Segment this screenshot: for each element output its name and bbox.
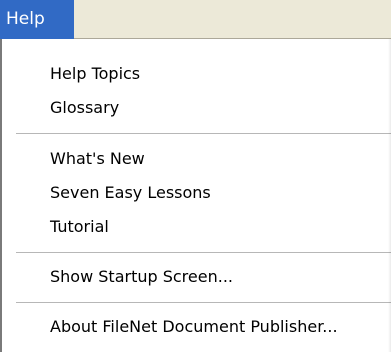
help-menu-title[interactable]: Help [0,0,74,39]
menu-separator [16,252,391,253]
menu-item-glossary[interactable]: Glossary [50,98,119,118]
menu-item-help-topics[interactable]: Help Topics [50,64,140,84]
menu-item-seven-easy-lessons[interactable]: Seven Easy Lessons [50,183,211,203]
menu-item-tutorial[interactable]: Tutorial [50,217,109,237]
menu-separator [16,133,391,134]
menu-separator [16,302,391,303]
help-menu-dropdown: Help Topics Glossary What's New Seven Ea… [0,39,391,352]
menu-item-about[interactable]: About FileNet Document Publisher... [50,317,338,337]
menubar: Help [0,0,391,39]
help-menu-window: Help Help Topics Glossary What's New Sev… [0,0,391,352]
menu-item-show-startup-screen[interactable]: Show Startup Screen... [50,267,233,287]
menu-item-whats-new[interactable]: What's New [50,149,145,169]
